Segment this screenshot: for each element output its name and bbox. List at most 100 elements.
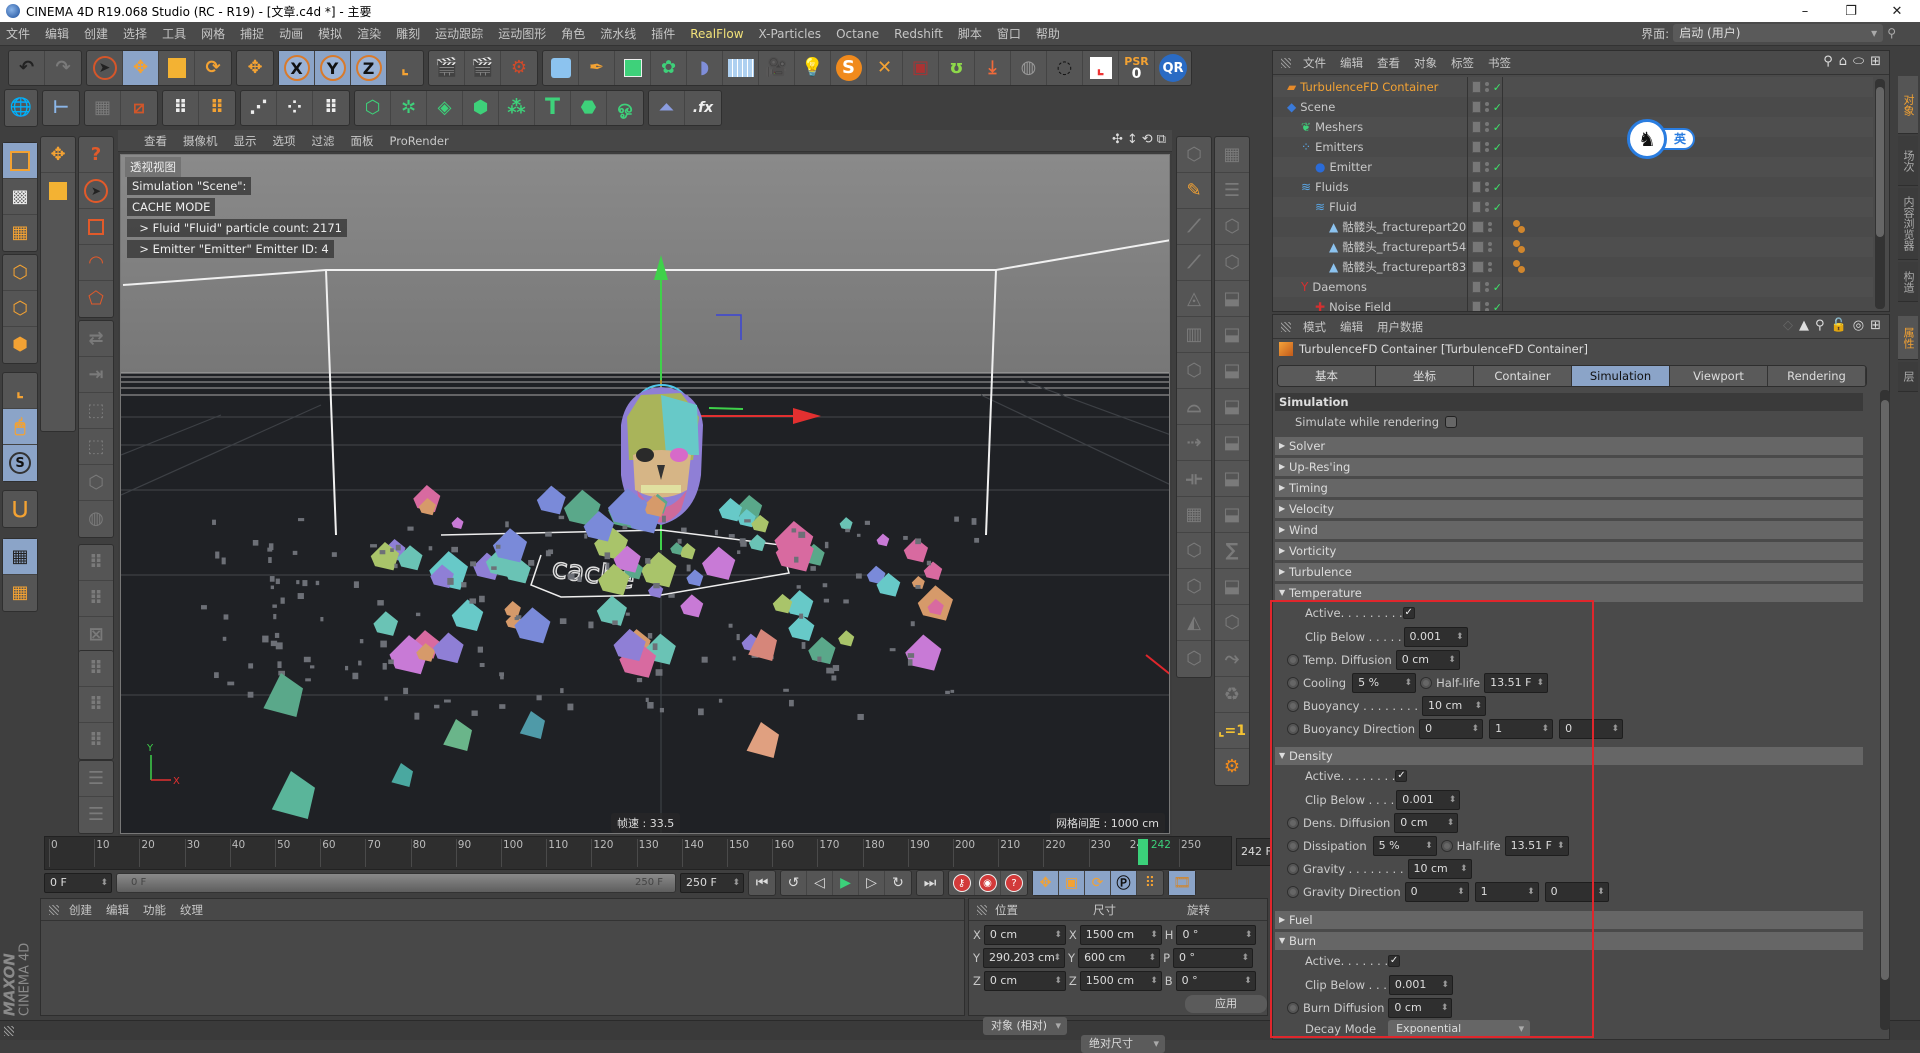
animate-radio[interactable]	[1440, 840, 1453, 852]
buoyancy-direction-z-field[interactable]: 0	[1559, 719, 1624, 739]
start-frame-field[interactable]: 0 F	[44, 873, 112, 893]
xp-cache-button[interactable]: ▣	[903, 51, 939, 85]
rotation-h-field[interactable]: 0 °	[1176, 925, 1257, 945]
restore-button[interactable]: ❐	[1828, 0, 1874, 22]
menu-mesh[interactable]: 网格	[201, 25, 225, 42]
orbit-icon[interactable]: ⟲	[1142, 132, 1153, 147]
qr-button[interactable]: QR	[1155, 51, 1191, 85]
line-cut-button[interactable]: ⟋	[1177, 245, 1211, 281]
om-menu-view[interactable]: 查看	[1377, 55, 1400, 71]
xp-emitter-button[interactable]: ✕	[867, 51, 903, 85]
nav-diamond-icon[interactable]: ◇	[1783, 318, 1793, 333]
close-button[interactable]: ✕	[1874, 0, 1920, 22]
viewport-menu-filter[interactable]: 过滤	[312, 133, 335, 149]
animate-radio[interactable]	[1420, 677, 1433, 689]
size-mode-dropdown[interactable]: 绝对尺寸	[1081, 1035, 1165, 1053]
object-row[interactable]: ▲ 骷髅头_fracturepart20	[1273, 217, 1873, 237]
home-icon[interactable]: ⌂	[1839, 54, 1847, 69]
buoyancy-direction-x-field[interactable]: 0	[1419, 719, 1484, 739]
inset-button[interactable]: ⬡	[1177, 569, 1211, 605]
frame-range-slider[interactable]: 0 F 250 F	[116, 873, 676, 893]
grid-lines-2-button[interactable]: ☰	[79, 797, 113, 833]
grid-dots-5-button[interactable]: ⠿	[79, 723, 113, 759]
keyframe-selection-button[interactable]: ?	[1001, 871, 1027, 895]
grid-lines-button[interactable]: ☰	[79, 761, 113, 797]
key-scale-button[interactable]: ▣	[1059, 871, 1085, 895]
voronoi-spiral-button[interactable]: ஓ	[607, 91, 643, 125]
circle-spline-button[interactable]: ◌	[1047, 51, 1083, 85]
temp-cooling-field[interactable]: 5 %	[1352, 673, 1417, 693]
pen-button[interactable]: ✒	[579, 51, 615, 85]
key-position-button[interactable]: ✥	[1033, 871, 1059, 895]
enable-axis-button[interactable]: ⌞	[3, 373, 37, 409]
attribute-scrollbar[interactable]	[1880, 390, 1890, 1030]
layer-swatch[interactable]	[1472, 281, 1481, 293]
tweak-mode-button[interactable]: 🖱	[3, 409, 37, 445]
visibility-dots[interactable]	[1484, 182, 1489, 192]
menu-redshift[interactable]: Redshift	[894, 27, 943, 41]
menu-sculpt[interactable]: 雕刻	[396, 25, 420, 42]
quick-scale-button[interactable]	[41, 173, 75, 209]
menu-mograph[interactable]: 运动图形	[498, 25, 546, 42]
unhide-button[interactable]: ◍	[79, 501, 113, 537]
layer-swatch[interactable]	[1472, 141, 1481, 153]
animate-radio[interactable]	[1287, 654, 1299, 666]
position-x-field[interactable]: 0 cm	[983, 925, 1066, 945]
spline-wrap-button[interactable]: ⬣	[571, 91, 607, 125]
tab-simulation[interactable]: Simulation	[1572, 366, 1670, 386]
hierarchy-button[interactable]: ⊢	[43, 91, 79, 125]
om-menu-tags[interactable]: 标签	[1451, 55, 1474, 71]
panel-grip-icon[interactable]	[49, 904, 59, 915]
render-view-button[interactable]: 🎬	[429, 51, 465, 85]
subdivide-button[interactable]: ⬡	[1177, 641, 1211, 677]
side-tab-structure[interactable]: 构造	[1898, 262, 1918, 302]
prev-key-button[interactable]: ↺	[781, 871, 807, 895]
live-select-button[interactable]: ➤	[87, 51, 123, 85]
grid-dots-3-button[interactable]: ⠿	[79, 651, 113, 687]
density-dissipation-field[interactable]: 5 %	[1372, 836, 1437, 856]
om-menu-file[interactable]: 文件	[1303, 55, 1326, 71]
menu-help[interactable]: 帮助	[1036, 25, 1060, 42]
animate-radio[interactable]	[1287, 840, 1299, 852]
rotation-b-field[interactable]: 0 °	[1175, 971, 1256, 991]
lock-icon[interactable]: 🔓	[1831, 318, 1847, 333]
end-frame-field[interactable]: 250 F	[680, 873, 744, 893]
enabled-check-icon[interactable]: ✓	[1493, 81, 1502, 94]
new-panel-icon[interactable]: ⊞	[1870, 318, 1881, 333]
group-fuel[interactable]: ▶ Fuel	[1275, 911, 1863, 929]
ellipse-icon[interactable]: ⬭	[1853, 54, 1864, 69]
recycle-button[interactable]: ♻	[1215, 677, 1249, 713]
am-menu-edit[interactable]: 编辑	[1340, 319, 1363, 335]
mograph-2-button[interactable]: ✲	[391, 91, 427, 125]
animate-radio[interactable]	[1287, 1002, 1299, 1014]
gravity-direction-x-field[interactable]: 0	[1404, 882, 1469, 902]
snap-button[interactable]: ⋃	[3, 491, 37, 527]
burn-active-checkbox[interactable]: ✓	[1388, 955, 1401, 967]
autokey-button[interactable]: ◉	[975, 871, 1001, 895]
drop-plane-3-button[interactable]: ⬓	[1215, 353, 1249, 389]
search-icon[interactable]: ⚲	[1815, 318, 1825, 333]
grid-dots-4-button[interactable]: ⠿	[79, 687, 113, 723]
dynamics-tag-icon[interactable]	[1513, 220, 1527, 234]
y-axis-button[interactable]: Y	[315, 51, 351, 85]
size-x-field[interactable]: 1500 cm	[1079, 925, 1162, 945]
object-row[interactable]: ▰ TurbulenceFD Container ✓	[1273, 77, 1873, 97]
burn-clip-field[interactable]: 0.001	[1388, 975, 1453, 995]
menu-animate[interactable]: 动画	[279, 25, 303, 42]
group-burn[interactable]: ▼ Burn	[1275, 932, 1863, 950]
light-button[interactable]: 💡	[795, 51, 831, 85]
tab-rendering[interactable]: Rendering	[1768, 366, 1866, 386]
enabled-check-icon[interactable]: ✓	[1493, 301, 1502, 312]
x-axis-button[interactable]: X	[279, 51, 315, 85]
edit-tool-button[interactable]: ⬡	[1177, 137, 1211, 173]
enabled-check-icon[interactable]: ✓	[1493, 181, 1502, 194]
panel-grip-icon[interactable]	[1281, 57, 1291, 68]
dolly-icon[interactable]: ↕	[1127, 132, 1138, 147]
edges-mode-button[interactable]: ⬡	[3, 291, 37, 327]
deformer-button[interactable]: ◗	[687, 51, 723, 85]
density-clip-field[interactable]: 0.001	[1396, 790, 1461, 810]
object-row[interactable]: ≋ Fluid ✓	[1273, 197, 1873, 217]
drop-plane-5-button[interactable]: ⬓	[1215, 425, 1249, 461]
layer-swatch[interactable]	[1472, 261, 1484, 273]
lock-workplane-button[interactable]: ▦	[3, 539, 37, 575]
